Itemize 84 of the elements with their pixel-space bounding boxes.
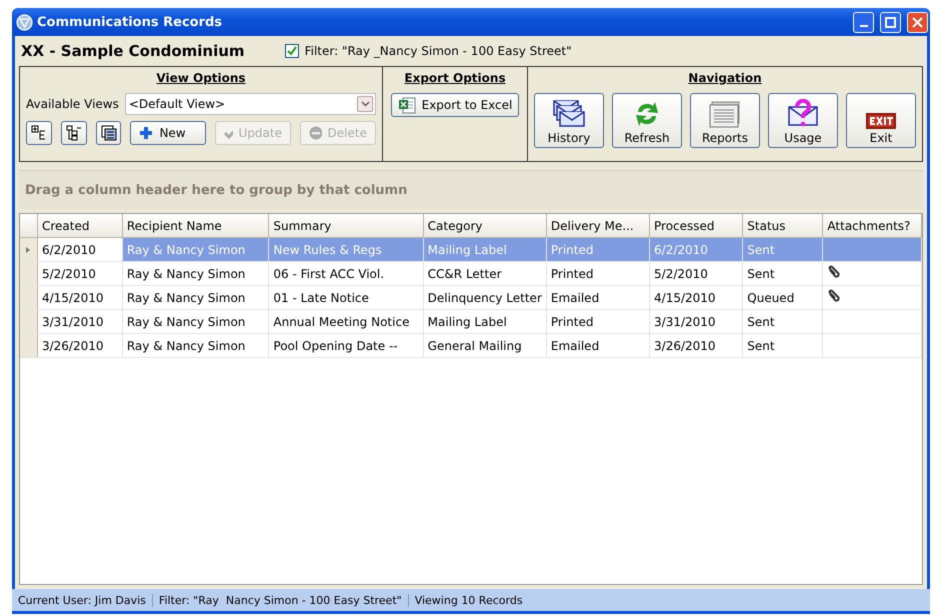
table-cell: Ray & Nancy Simon (122, 238, 269, 262)
close-icon (911, 16, 924, 28)
column-header[interactable]: Summary (268, 214, 424, 238)
column-header[interactable]: Created (37, 214, 122, 238)
table-cell: Sent (742, 334, 823, 358)
table-cell: Queued (742, 286, 823, 310)
column-header[interactable]: Status (742, 214, 823, 238)
row-selector[interactable] (20, 238, 38, 262)
table-cell: Annual Meeting Notice (268, 310, 424, 334)
filter-checkbox[interactable] (284, 44, 299, 58)
table-cell: Pool Opening Date -- (268, 334, 424, 358)
envelopes-icon (552, 99, 586, 129)
table-cell: CC&R Letter (423, 262, 546, 286)
table-cell: Mailing Label (423, 238, 546, 262)
table-cell: Mailing Label (423, 310, 546, 334)
table-cell: Sent (742, 310, 823, 334)
table-cell: Printed (546, 310, 650, 334)
view-mode-button[interactable] (26, 121, 52, 145)
table-cell: Sent (742, 262, 823, 286)
minimize-icon (860, 25, 868, 27)
column-header[interactable]: Processed (650, 214, 743, 238)
exit-sign-icon (866, 113, 896, 129)
export-button[interactable]: Export to Excel (390, 93, 520, 117)
table-cell: 6/2/2010 (37, 238, 122, 262)
paperclip-icon (827, 265, 842, 279)
table-cell: 6/2/2010 (650, 238, 743, 262)
question-envelope-icon (786, 99, 820, 129)
section-title: Export Options (404, 71, 506, 85)
spreadsheet-icon (398, 96, 416, 114)
table-cell: Emailed (546, 286, 650, 310)
column-header[interactable]: Category (423, 214, 546, 238)
stacked-pages-icon (100, 125, 117, 141)
table-cell: Sent (742, 238, 823, 262)
table-cell: 3/31/2010 (650, 310, 743, 334)
window-title: Communications Records (37, 14, 224, 30)
filter-label: Filter: "Ray _Nancy Simon - 100 Easy Street" (304, 44, 572, 58)
table-cell: 5/2/2010 (650, 262, 743, 286)
table-cell: 3/26/2010 (37, 334, 122, 358)
table-cell: Ray & Nancy Simon (122, 310, 269, 334)
section-title: View Options (156, 71, 246, 85)
field-label: Available Views (26, 97, 119, 111)
table-cell: Ray & Nancy Simon (122, 334, 269, 358)
column-header[interactable]: Recipient Name (122, 214, 269, 238)
column-header[interactable]: Attachments? (822, 214, 922, 238)
association-name: XX - Sample Condominium (21, 42, 245, 60)
usage-button[interactable]: Usage (768, 93, 838, 148)
exit-button[interactable]: Exit (846, 93, 916, 148)
table-cell: 3/26/2010 (650, 334, 743, 358)
table-cell: 01 - Late Notice (268, 286, 424, 310)
table-cell: Ray & Nancy Simon (122, 262, 269, 286)
app-logo-icon (16, 14, 33, 30)
table-cell: Printed (546, 262, 650, 286)
table-cell: 06 - First ACC Viol. (268, 262, 424, 286)
new-button[interactable]: New (130, 121, 206, 145)
column-header[interactable]: Delivery Me... (546, 214, 650, 238)
refresh-button[interactable]: Refresh (612, 93, 682, 148)
table-cell: Ray & Nancy Simon (122, 286, 269, 310)
paperclip-icon (827, 289, 842, 303)
status-text: Filter: "Ray Nancy Simon - 100 Easy Street" (152, 594, 409, 606)
plus-icon (139, 126, 154, 140)
table-cell: Printed (546, 238, 650, 262)
status-text: Viewing 10 Records (414, 594, 524, 606)
expand-tree-icon (30, 125, 47, 141)
maximize-icon (884, 16, 897, 28)
table-cell: Emailed (546, 334, 650, 358)
view-mode-button[interactable] (96, 121, 122, 145)
table-cell: 4/15/2010 (650, 286, 743, 310)
table-cell: 3/31/2010 (37, 310, 122, 334)
view-mode-button[interactable] (60, 121, 87, 145)
close-button[interactable] (907, 12, 928, 32)
table-cell: General Mailing (423, 334, 546, 358)
views-dropdown[interactable]: <Default View> (124, 93, 376, 115)
history-button[interactable]: History (534, 93, 604, 148)
table-cell: 5/2/2010 (37, 262, 122, 286)
table-cell: New Rules & Regs (268, 238, 424, 262)
status-text: Current User: Jim Davis (12, 594, 153, 606)
table-cell: Delinquency Letter (423, 286, 546, 310)
maximize-button[interactable] (880, 12, 901, 32)
reports-button[interactable]: Reports (690, 93, 760, 148)
tree-list-icon (66, 125, 82, 141)
section-title: Navigation (688, 71, 762, 85)
minimize-button[interactable] (853, 12, 874, 32)
table-cell: 4/15/2010 (37, 286, 122, 310)
group-by-hint: Drag a column header here to group by that column (25, 182, 408, 198)
